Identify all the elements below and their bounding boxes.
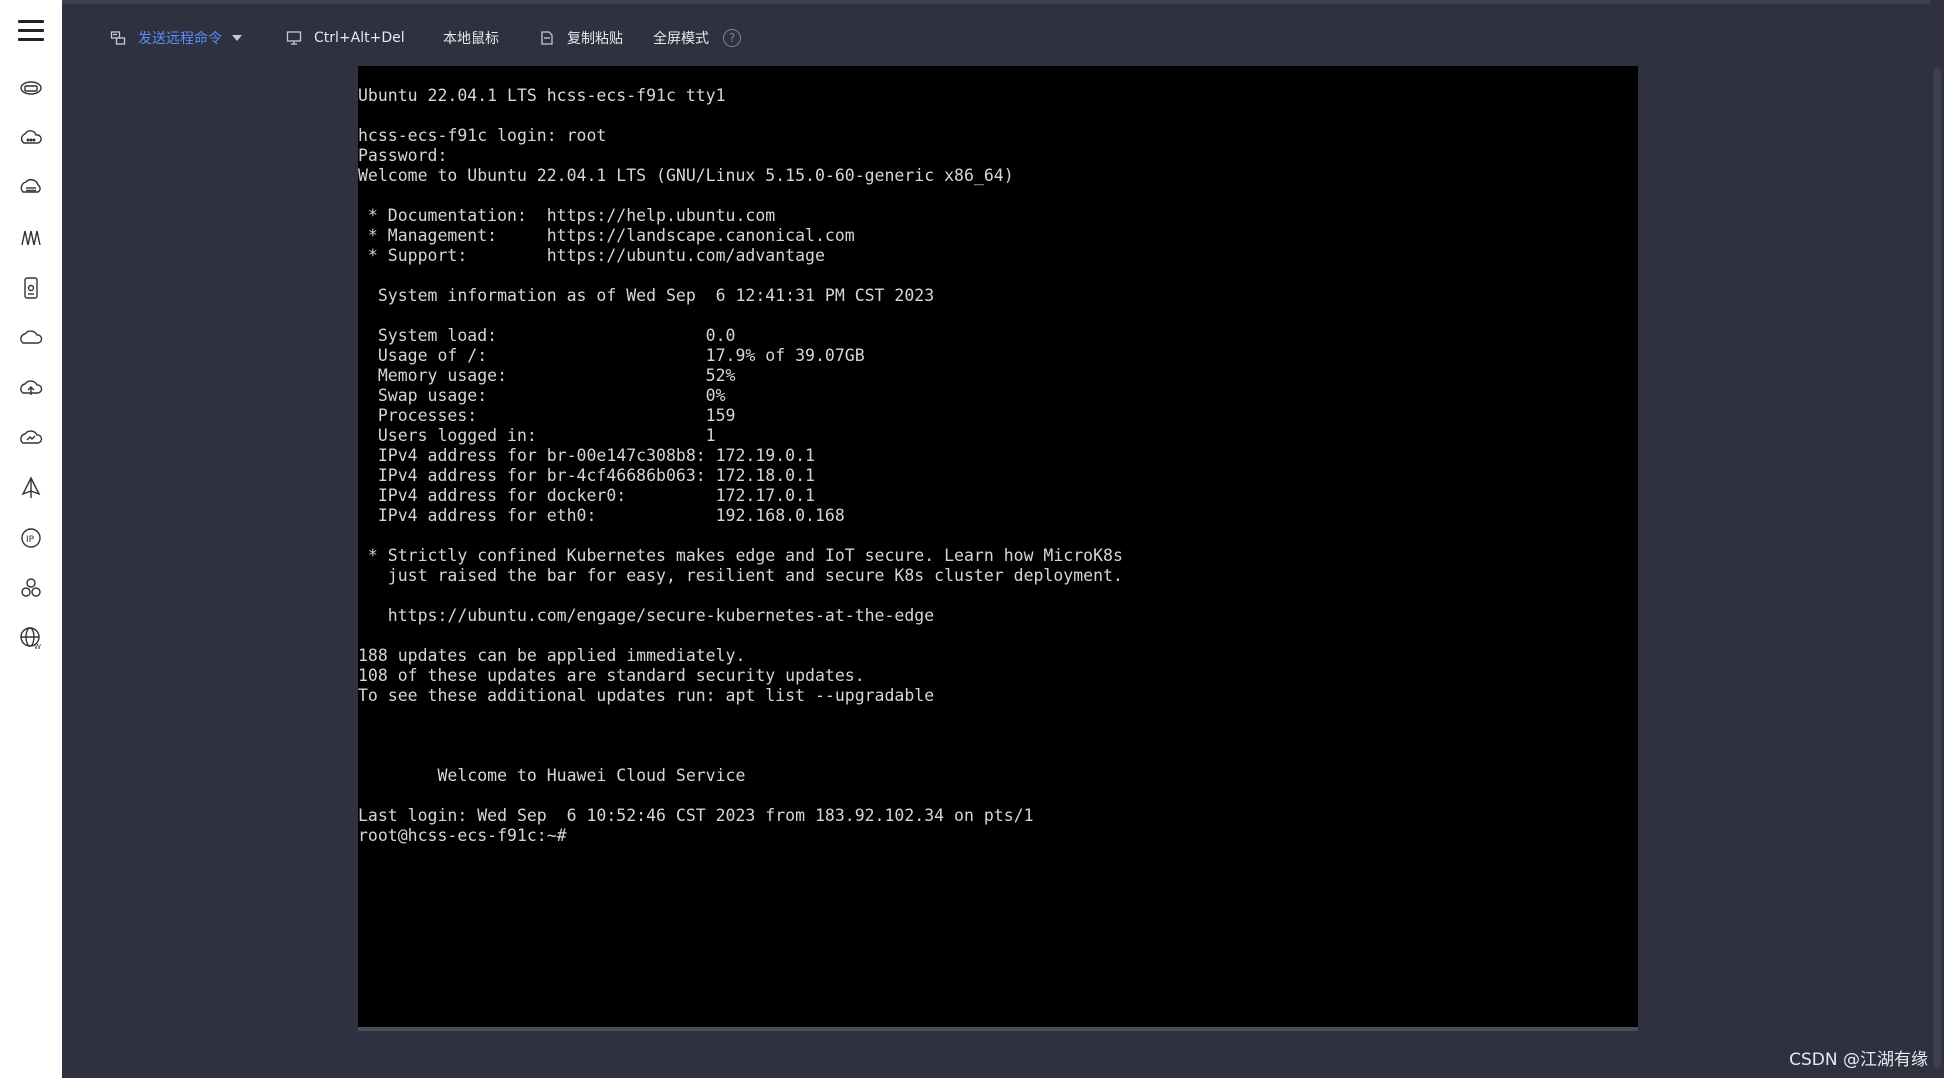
terminal-line: Welcome to Huawei Cloud Service (358, 766, 746, 785)
terminal-line: IPv4 address for br-00e147c308b8: 172.19… (358, 446, 815, 465)
terminal-line: Users logged in: 1 (358, 426, 716, 445)
terminal-line: * Strictly confined Kubernetes makes edg… (358, 546, 1123, 565)
clipboard-icon (541, 31, 553, 45)
cloud-upload-icon[interactable] (17, 374, 45, 402)
terminal-line: * Support: https://ubuntu.com/advantage (358, 246, 825, 265)
network-icon[interactable] (17, 224, 45, 252)
terminal-line: System information as of Wed Sep 6 12:41… (358, 286, 935, 305)
terminal-line: Password: (358, 146, 448, 165)
command-icon (110, 31, 126, 45)
watermark: CSDN @江湖有缘 (1789, 1050, 1928, 1070)
terminal-line: root@hcss-ecs-f91c:~# (358, 826, 567, 845)
cloud-monitor-icon[interactable] (17, 424, 45, 452)
terminal-line: Memory usage: 52% (358, 366, 736, 385)
cluster-icon[interactable] (17, 574, 45, 602)
help-icon[interactable]: ? (723, 29, 741, 47)
chevron-down-icon (232, 35, 242, 41)
terminal-line: * Management: https://landscape.canonica… (358, 226, 855, 245)
terminal-line: IPv4 address for docker0: 172.17.0.1 (358, 486, 815, 505)
web-globe-icon[interactable]: W (17, 624, 45, 652)
cloud-cycle-icon[interactable] (17, 324, 45, 352)
terminal-line: https://ubuntu.com/engage/secure-kuberne… (358, 606, 935, 625)
fullscreen-label: 全屏模式 (653, 31, 709, 47)
ctrl-alt-del-label: Ctrl+Alt+Del (314, 30, 405, 46)
send-remote-command-button[interactable]: 发送远程命令 (110, 26, 242, 50)
cloud-icon[interactable] (17, 124, 45, 152)
send-remote-command-label: 发送远程命令 (138, 31, 222, 47)
local-mouse-label: 本地鼠标 (443, 31, 499, 47)
copy-paste-label: 复制粘贴 (567, 31, 623, 47)
monitor-icon (286, 31, 302, 45)
svg-text:W: W (34, 643, 41, 651)
svg-text:IP: IP (26, 535, 35, 545)
page-scrollbar[interactable] (1930, 0, 1944, 1078)
deploy-icon[interactable] (17, 474, 45, 502)
cloud-server-icon[interactable] (17, 74, 45, 102)
copy-paste-button[interactable]: 复制粘贴 (539, 26, 623, 50)
terminal-scrollbar[interactable] (358, 1027, 1638, 1031)
terminal-line: hcss-ecs-f91c login: root (358, 126, 607, 145)
ip-icon[interactable]: IP (17, 524, 45, 552)
menu-icon[interactable] (18, 20, 44, 44)
terminal-line: 188 updates can be applied immediately. (358, 646, 746, 665)
storage-icon[interactable] (17, 274, 45, 302)
terminal-screen[interactable]: Ubuntu 22.04.1 LTS hcss-ecs-f91c tty1 hc… (358, 66, 1638, 1027)
terminal-line: Usage of /: 17.9% of 39.07GB (358, 346, 865, 365)
terminal-line: IPv4 address for br-4cf46686b063: 172.18… (358, 466, 815, 485)
local-mouse-button[interactable]: 本地鼠标 (443, 26, 499, 50)
terminal-line: System load: 0.0 (358, 326, 736, 345)
terminal-line: IPv4 address for eth0: 192.168.0.168 (358, 506, 845, 525)
terminal-line: Processes: 159 (358, 406, 736, 425)
terminal-line: Welcome to Ubuntu 22.04.1 LTS (GNU/Linux… (358, 166, 1014, 185)
database-icon[interactable] (17, 174, 45, 202)
terminal-line: * Documentation: https://help.ubuntu.com (358, 206, 776, 225)
terminal-line: just raised the bar for easy, resilient … (358, 566, 1123, 585)
terminal-line: Ubuntu 22.04.1 LTS hcss-ecs-f91c tty1 (358, 86, 726, 105)
fullscreen-button[interactable]: 全屏模式 ? (653, 26, 741, 50)
console-area: Ubuntu 22.04.1 LTS hcss-ecs-f91c tty1 hc… (62, 66, 1944, 1078)
terminal-output: Ubuntu 22.04.1 LTS hcss-ecs-f91c tty1 hc… (358, 86, 1638, 846)
terminal-line: Swap usage: 0% (358, 386, 726, 405)
scrollbar-thumb[interactable] (1933, 68, 1941, 1068)
terminal-line: To see these additional updates run: apt… (358, 686, 935, 705)
sidebar: IP W (0, 0, 63, 1078)
terminal-line: Last login: Wed Sep 6 10:52:46 CST 2023 … (358, 806, 1034, 825)
terminal-line: 108 of these updates are standard securi… (358, 666, 865, 685)
ctrl-alt-del-button[interactable]: Ctrl+Alt+Del (286, 26, 405, 50)
toolbar: 发送远程命令 Ctrl+Alt+Del 本地鼠标 复制粘贴 全屏模式 ? (62, 0, 1944, 66)
